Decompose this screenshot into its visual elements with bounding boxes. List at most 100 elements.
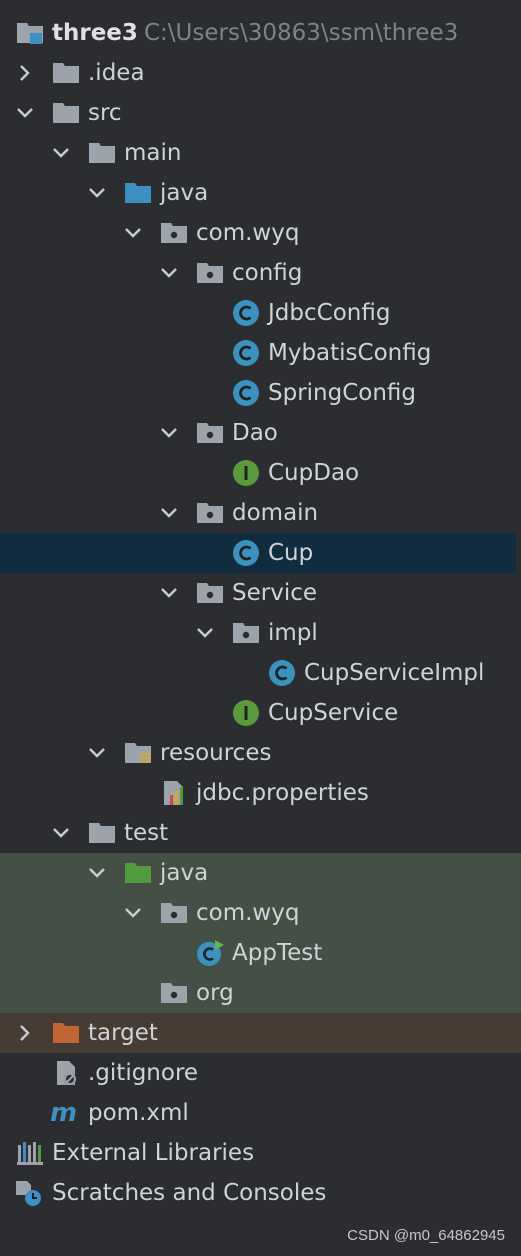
properties-file-icon	[160, 779, 188, 807]
scratches-icon	[14, 1179, 42, 1207]
chevron-right-icon[interactable]	[13, 61, 37, 85]
tree-label: AppTest	[232, 940, 323, 966]
tree-row-org[interactable]: org	[0, 973, 521, 1013]
chevron-down-icon[interactable]	[49, 821, 73, 845]
tree-label: jdbc.properties	[196, 780, 369, 806]
tree-label: .idea	[88, 60, 145, 86]
tree-label: Service	[232, 580, 318, 606]
chevron-down-icon[interactable]	[85, 861, 109, 885]
interface-icon	[232, 699, 260, 727]
chevron-down-icon[interactable]	[157, 581, 181, 605]
class-icon	[268, 659, 296, 687]
tree-row-pom[interactable]: m pom.xml	[0, 1093, 521, 1133]
tree-row-service[interactable]: Service	[0, 573, 521, 613]
chevron-down-icon[interactable]	[157, 501, 181, 525]
folder-icon	[52, 59, 80, 87]
tree-row-test[interactable]: test	[0, 813, 521, 853]
tree-label: domain	[232, 500, 319, 526]
tree-label: src	[88, 100, 122, 126]
package-icon	[160, 979, 188, 1007]
package-icon	[196, 419, 224, 447]
maven-icon: m	[50, 1098, 78, 1128]
interface-icon	[232, 459, 260, 487]
tree-row-idea[interactable]: .idea	[0, 53, 521, 93]
folder-icon	[52, 99, 80, 127]
tree-label: SpringConfig	[268, 380, 417, 406]
tree-label: pom.xml	[88, 1100, 189, 1126]
tree-row-main[interactable]: main	[0, 133, 521, 173]
chevron-down-icon[interactable]	[157, 261, 181, 285]
tree-row-java-main[interactable]: java	[0, 173, 521, 213]
test-class-icon	[196, 939, 224, 967]
tree-row-project-root[interactable]: three3 C:\Users\30863\ssm\three3	[0, 13, 521, 53]
class-icon	[232, 339, 260, 367]
chevron-down-icon[interactable]	[157, 421, 181, 445]
tree-label: .gitignore	[88, 1060, 199, 1086]
class-icon	[232, 379, 260, 407]
package-icon	[196, 259, 224, 287]
tree-row-domain[interactable]: domain	[0, 493, 521, 533]
tree-row-com-wyq-test[interactable]: com.wyq	[0, 893, 521, 933]
folder-icon	[88, 819, 116, 847]
chevron-down-icon[interactable]	[85, 741, 109, 765]
tree-row-com-wyq[interactable]: com.wyq	[0, 213, 521, 253]
tree-label: org	[196, 980, 234, 1006]
tree-row-scratches[interactable]: Scratches and Consoles	[0, 1173, 521, 1213]
chevron-down-icon[interactable]	[193, 621, 217, 645]
tree-row-resources[interactable]: resources	[0, 733, 521, 773]
tree-row-cup-service[interactable]: CupService	[0, 693, 521, 733]
tree-row-java-test[interactable]: java	[0, 853, 521, 893]
tree-label: com.wyq	[196, 900, 300, 926]
tree-label: MybatisConfig	[268, 340, 432, 366]
libraries-icon	[16, 1139, 44, 1167]
chevron-down-icon[interactable]	[121, 901, 145, 925]
ignored-file-icon	[52, 1059, 80, 1087]
tree-row-spring-config[interactable]: SpringConfig	[0, 373, 521, 413]
tree-row-external-libraries[interactable]: External Libraries	[0, 1133, 521, 1173]
tree-row-gitignore[interactable]: .gitignore	[0, 1053, 521, 1093]
tree-label: Cup	[268, 540, 314, 566]
tree-label: External Libraries	[52, 1140, 255, 1166]
package-icon	[160, 219, 188, 247]
chevron-down-icon[interactable]	[13, 101, 37, 125]
tree-row-cup-service-impl[interactable]: CupServiceImpl	[0, 653, 521, 693]
tree-label: Dao	[232, 420, 278, 446]
tree-label: target	[88, 1020, 158, 1046]
tree-row-dao[interactable]: Dao	[0, 413, 521, 453]
class-icon	[232, 299, 260, 327]
package-icon	[232, 619, 260, 647]
tree-label: test	[124, 820, 169, 846]
source-folder-icon	[124, 179, 152, 207]
test-folder-icon	[124, 859, 152, 887]
tree-row-target[interactable]: target	[0, 1013, 521, 1053]
tree-label: Scratches and Consoles	[52, 1180, 327, 1206]
tree-label: CupServiceImpl	[304, 660, 485, 686]
watermark: CSDN @m0_64862945	[347, 1227, 505, 1244]
tree-label: impl	[268, 620, 318, 646]
tree-row-app-test[interactable]: AppTest	[0, 933, 521, 973]
project-folder-icon	[16, 19, 44, 47]
tree-row-config[interactable]: config	[0, 253, 521, 293]
tree-label: java	[160, 180, 209, 206]
chevron-right-icon[interactable]	[13, 1021, 37, 1045]
package-icon	[196, 579, 224, 607]
tree-row-cup-selected[interactable]: Cup	[0, 533, 516, 573]
tree-row-jdbc-config[interactable]: JdbcConfig	[0, 293, 521, 333]
tree-label: CupService	[268, 700, 399, 726]
chevron-down-icon[interactable]	[49, 141, 73, 165]
chevron-down-icon[interactable]	[121, 221, 145, 245]
tree-label: resources	[160, 740, 272, 766]
tree-label: main	[124, 140, 182, 166]
tree-row-cup-dao[interactable]: CupDao	[0, 453, 521, 493]
maven-m-glyph: m	[50, 1099, 77, 1127]
tree-row-mybatis-config[interactable]: MybatisConfig	[0, 333, 521, 373]
tree-label: JdbcConfig	[268, 300, 391, 326]
tree-row-src[interactable]: src	[0, 93, 521, 133]
tree-row-impl[interactable]: impl	[0, 613, 521, 653]
tree-label: java	[160, 860, 209, 886]
resources-folder-icon	[124, 739, 152, 767]
class-icon	[232, 539, 260, 567]
chevron-down-icon[interactable]	[85, 181, 109, 205]
tree-row-jdbc-properties[interactable]: jdbc.properties	[0, 773, 521, 813]
project-path: C:\Users\30863\ssm\three3	[144, 20, 459, 46]
